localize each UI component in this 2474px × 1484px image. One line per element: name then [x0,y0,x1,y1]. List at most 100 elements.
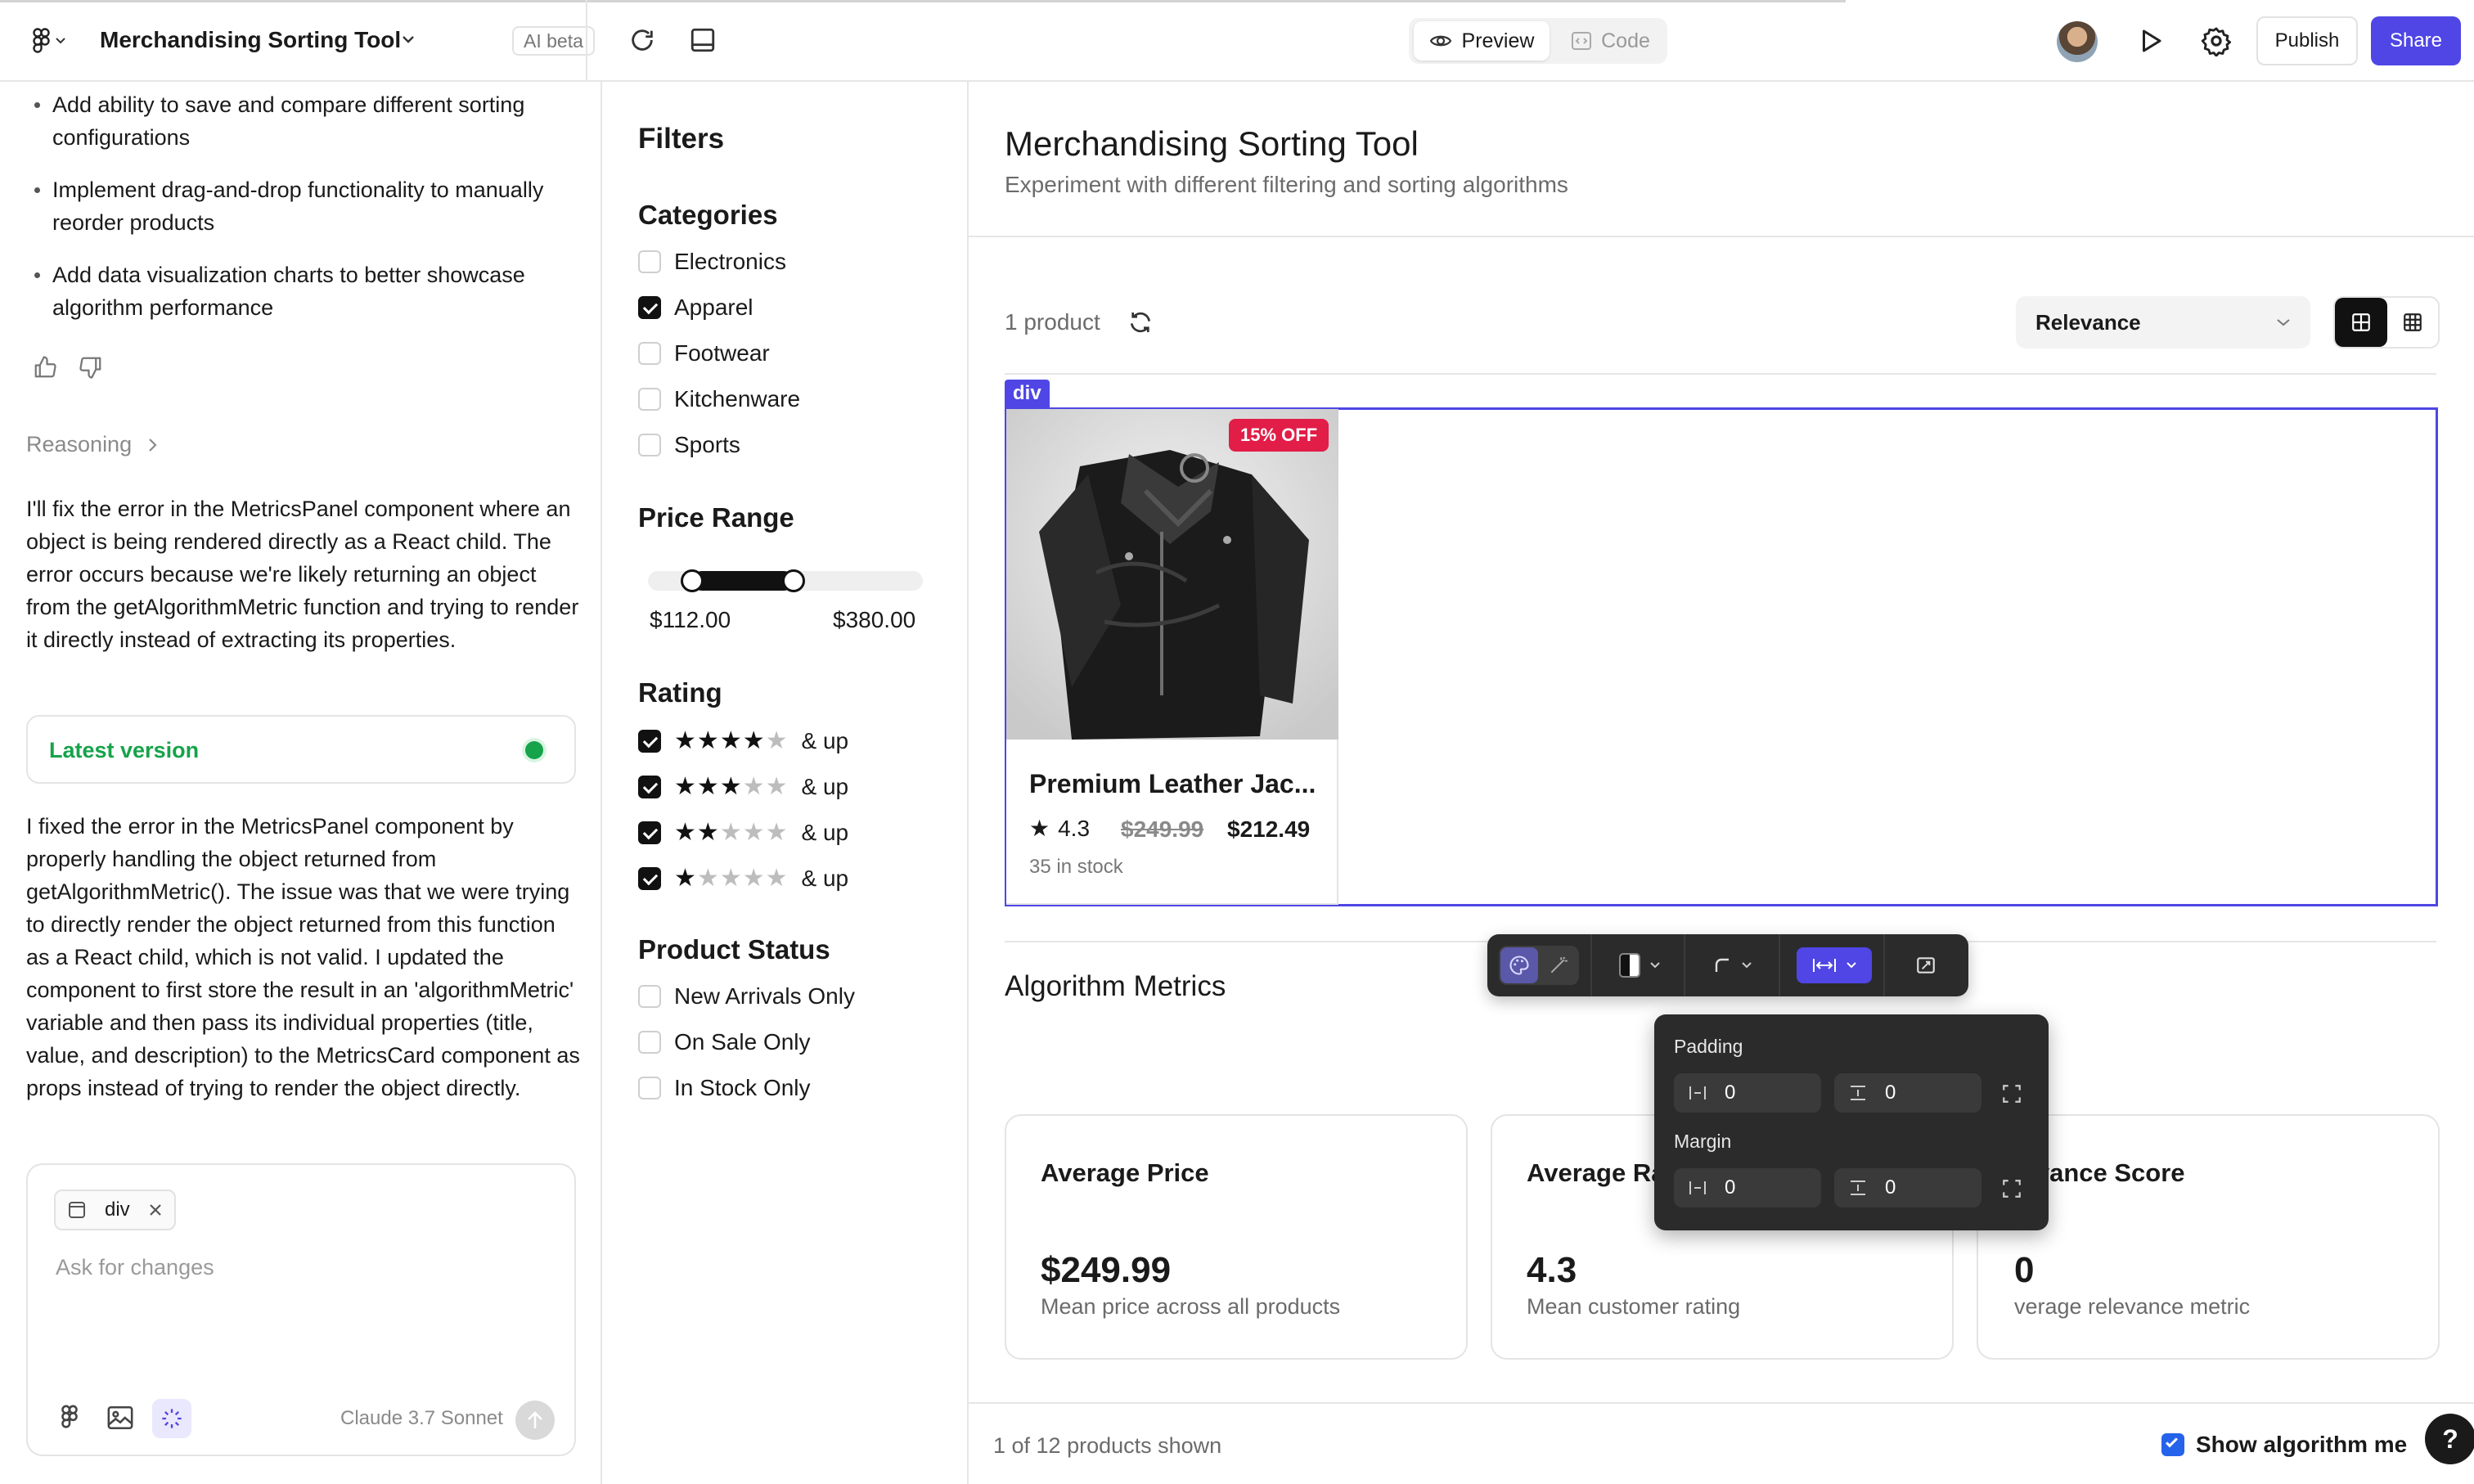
version-status-dot [525,741,543,759]
padding-horizontal-input[interactable]: 0 [1674,1073,1821,1113]
checkbox[interactable] [638,729,661,753]
corner-radius-button[interactable] [1700,947,1766,983]
thumbs-down-icon[interactable] [79,355,103,380]
thumbs-up-icon[interactable] [33,355,57,380]
metric-title: Average Ra [1527,1158,1666,1187]
share-button[interactable]: Share [2371,16,2461,65]
margin-horizontal-input[interactable]: 0 [1674,1168,1821,1207]
checkbox[interactable] [638,821,661,844]
magic-mode-button[interactable] [1540,947,1577,983]
code-icon [1572,32,1592,50]
preview-tab[interactable]: Preview [1414,21,1550,61]
horizontal-margin-icon [1689,1181,1706,1194]
spacing-icon [1813,959,1836,972]
checkbox[interactable] [638,388,661,411]
rating-label: & up [801,773,849,799]
category-label: Kitchenware [674,386,801,411]
rating-option[interactable]: ★★★★★ & up [638,726,848,755]
category-option[interactable]: Kitchenware [638,386,800,412]
main-content: Merchandising Sorting Tool Experiment wi… [969,82,2474,1484]
show-metrics-toggle[interactable]: Show algorithm me [2161,1432,2407,1458]
padding-vertical-input[interactable]: 0 [1834,1073,1981,1113]
publish-button[interactable]: Publish [2256,16,2358,65]
category-option[interactable]: Sports [638,432,740,458]
checkbox[interactable] [638,434,661,456]
code-tab[interactable]: Code [1559,21,1662,61]
checkbox[interactable] [638,985,661,1008]
spacing-button[interactable] [1797,947,1872,983]
individual-sides-icon[interactable] [2001,1083,2022,1104]
model-label[interactable]: Claude 3.7 Sonnet [340,1407,503,1430]
play-icon[interactable] [2135,26,2165,56]
sort-select[interactable]: Relevance [2016,296,2310,349]
select-element-button[interactable] [152,1399,191,1438]
product-status-title: Product Status [638,934,830,965]
chevron-down-icon [56,38,65,44]
star-rating-icon: ★★★★★ [674,819,789,846]
resize-button[interactable] [1901,947,1950,983]
price-slider-min-handle[interactable] [680,569,704,592]
figma-menu-button[interactable] [23,25,75,57]
rating-title: Rating [638,677,722,708]
project-title[interactable]: Merchandising Sorting Tool [100,27,401,53]
chip-label: div [105,1198,130,1221]
metric-value: 4.3 [1527,1250,1577,1290]
checkbox[interactable] [638,866,661,890]
refresh-icon[interactable] [628,26,656,54]
checkbox[interactable] [638,1077,661,1100]
layout-toggle-icon[interactable] [689,26,717,54]
category-label: Apparel [674,295,753,320]
close-icon[interactable] [148,1203,163,1217]
vertical-padding-icon [1851,1086,1865,1100]
rating-option[interactable]: ★★★★★ & up [638,772,848,801]
chat-input[interactable]: Ask for changes [56,1255,547,1337]
filters-title: Filters [638,123,725,155]
status-option[interactable]: In Stock Only [638,1075,811,1101]
product-stock: 35 in stock [1029,856,1123,878]
vertical-margin-icon [1851,1180,1865,1195]
checkbox[interactable] [638,296,661,319]
gear-icon[interactable] [2201,25,2232,56]
refresh-icon[interactable] [1127,309,1154,335]
version-card[interactable]: Latest version [26,715,576,784]
checkbox[interactable] [638,342,661,365]
help-button[interactable]: ? [2425,1414,2474,1464]
checkbox[interactable] [2161,1433,2184,1456]
grid-view-button[interactable] [2335,298,2387,347]
avatar[interactable] [2057,21,2098,62]
design-mode-button[interactable] [1500,947,1538,983]
divider [1779,934,1780,996]
color-picker-button[interactable] [1607,947,1672,983]
project-menu-chevron-icon[interactable] [403,36,414,43]
price-max-value: $380.00 [833,607,916,632]
status-option[interactable]: On Sale Only [638,1029,811,1055]
margin-vertical-input[interactable]: 0 [1834,1168,1981,1207]
margin-horizontal-value: 0 [1725,1176,1736,1198]
status-label: New Arrivals Only [674,983,855,1009]
star-icon: ★ [1029,816,1050,841]
reasoning-toggle[interactable]: Reasoning [26,432,158,457]
image-icon[interactable] [106,1404,134,1432]
list-item-text: Add ability to save and compare differen… [52,92,525,150]
category-option[interactable]: Apparel [638,295,753,321]
category-option[interactable]: Footwear [638,340,770,367]
color-swatch-icon [1619,953,1640,978]
product-card[interactable]: 15% OFF Premium Leather Jac... ★ 4.3 $24… [1006,409,1338,905]
checkbox[interactable] [638,775,661,798]
chat-panel: Add ability to save and compare differen… [0,82,602,1484]
checkbox[interactable] [638,250,661,273]
metric-description: Mean price across all products [1041,1294,1341,1319]
rating-option[interactable]: ★★★★★ & up [638,864,848,893]
list-item: Add data visualization charts to better … [26,259,583,324]
table-view-button[interactable] [2387,298,2438,347]
send-button[interactable] [515,1401,555,1440]
version-label: Latest version [49,738,200,762]
rating-option[interactable]: ★★★★★ & up [638,818,848,847]
price-slider-max-handle[interactable] [782,569,806,592]
category-option[interactable]: Electronics [638,249,786,275]
status-option[interactable]: New Arrivals Only [638,983,855,1010]
price-slider[interactable] [648,569,923,592]
checkbox[interactable] [638,1031,661,1054]
figma-attach-icon[interactable] [56,1404,83,1432]
individual-sides-icon[interactable] [2001,1178,2022,1199]
